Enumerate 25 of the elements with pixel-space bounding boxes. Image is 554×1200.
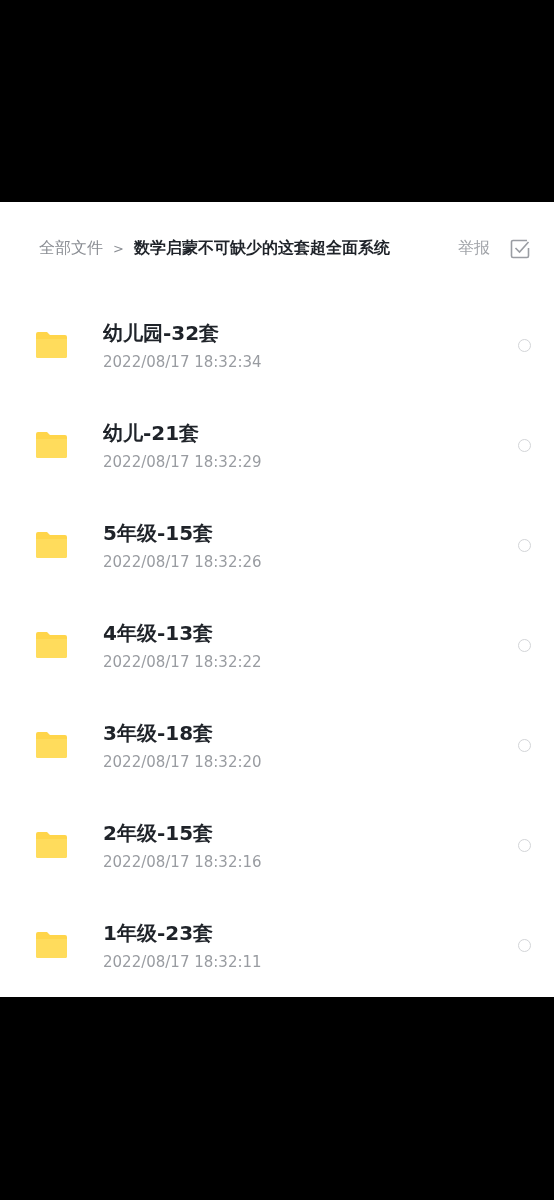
folder-name[interactable]: 3年级-18套 xyxy=(103,719,518,747)
folder-icon xyxy=(36,532,67,558)
modified-date: 2022/08/17 18:32:11 xyxy=(103,952,263,971)
breadcrumb-separator: > xyxy=(113,241,124,256)
modified-date: 2022/08/17 18:32:22 xyxy=(103,652,263,671)
modified-date: 2022/08/17 18:32:26 xyxy=(103,552,263,571)
breadcrumb-link[interactable]: 全部文件 xyxy=(39,238,103,259)
folder-name[interactable]: 5年级-15套 xyxy=(103,519,518,547)
folder-name[interactable]: 1年级-23套 xyxy=(103,919,518,947)
folder-icon xyxy=(36,732,67,758)
modified-date: 2022/08/17 18:32:34 xyxy=(103,352,263,371)
folder-name[interactable]: 4年级-13套 xyxy=(103,619,518,647)
folder-icon xyxy=(36,832,67,858)
folder-icon xyxy=(36,432,67,458)
folder-icon xyxy=(36,332,67,358)
folder-icon xyxy=(36,932,67,958)
multi-select-icon[interactable] xyxy=(510,238,530,259)
folder-name[interactable]: 2年级-15套 xyxy=(103,819,518,847)
modified-date: 2022/08/17 18:32:16 xyxy=(103,852,263,871)
modified-date: 2022/08/17 18:32:20 xyxy=(103,752,263,771)
folder-title: 数学启蒙不可缺少的这套超全面系统 xyxy=(133,238,391,259)
folder-name[interactable]: 幼儿-21套 xyxy=(103,419,518,447)
folder-name[interactable]: 幼儿园-32套 xyxy=(103,319,518,347)
folder-icon xyxy=(36,632,67,658)
modified-date: 2022/08/17 18:32:29 xyxy=(103,452,263,471)
